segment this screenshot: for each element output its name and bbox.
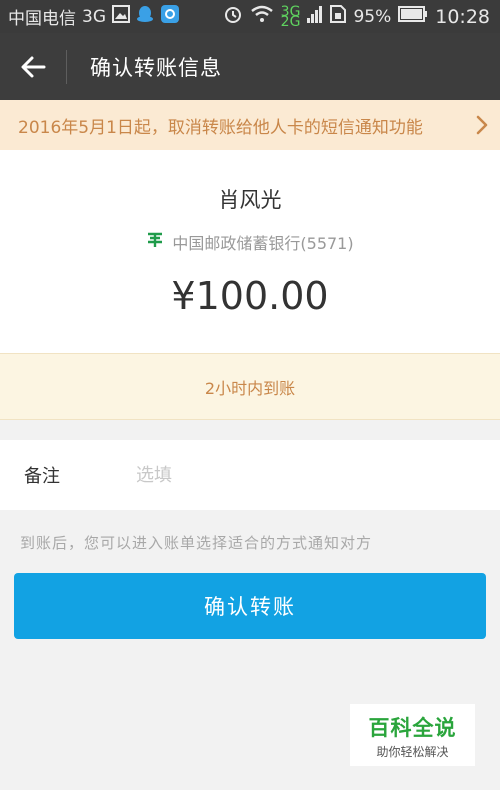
remark-label: 备注: [24, 466, 60, 487]
wifi-icon: [250, 5, 274, 28]
network-type-tags: 3G 2G: [280, 5, 301, 30]
notice-banner[interactable]: 2016年5月1日起，取消转账给他人卡的短信通知功能: [0, 100, 500, 150]
alarm-icon: [223, 4, 243, 29]
status-bar-left: 中国电信 3G: [0, 4, 180, 29]
status-bar: 中国电信 3G 3G 2G 95% 10:28: [0, 0, 500, 33]
confirm-transfer-button[interactable]: 确认转账: [14, 573, 486, 639]
network-tag-bottom: 2G: [280, 13, 301, 30]
postal-bank-logo-icon: [146, 231, 164, 253]
battery-percent: 95%: [353, 6, 392, 27]
status-bar-right: 3G 2G 95% 10:28: [223, 4, 500, 29]
payee-name: 肖风光: [218, 188, 282, 212]
watermark-title: 百科全说: [368, 716, 457, 740]
clock: 10:28: [435, 5, 490, 28]
arrival-time-text: 2小时内到账: [204, 378, 296, 398]
signal-icon: [307, 5, 323, 28]
battery-icon: [398, 6, 428, 27]
sim-icon: [330, 5, 347, 28]
image-icon: [112, 5, 130, 28]
hint-text: 到账后，您可以进入账单选择适合的方式通知对方: [20, 534, 373, 552]
network-type: 3G: [82, 6, 106, 27]
arrow-left-icon: [21, 56, 46, 77]
carrier-label: 中国电信: [8, 9, 76, 29]
bank-name: 中国邮政储蓄银行(5571): [172, 234, 354, 253]
remark-input[interactable]: [112, 464, 500, 486]
remark-row: 备注: [0, 440, 500, 510]
back-button[interactable]: [0, 33, 66, 100]
page-title: 确认转账信息: [90, 55, 222, 80]
toolbar: 确认转账信息: [0, 33, 500, 100]
notice-text: 2016年5月1日起，取消转账给他人卡的短信通知功能: [18, 117, 423, 138]
chevron-right-icon: [476, 100, 488, 150]
arrival-time-row[interactable]: 2小时内到账: [0, 353, 500, 420]
watermark-subtitle: 助你轻松解决: [376, 745, 449, 759]
bank-info: 中国邮政储蓄银行(5571): [0, 230, 500, 254]
app-notification-icon: [160, 4, 180, 29]
watermark: 百科全说 助你轻松解决: [350, 704, 475, 766]
toolbar-divider: [66, 49, 67, 84]
transfer-card: 肖风光 中国邮政储蓄银行(5571) ¥100.00: [0, 150, 500, 353]
transfer-amount: ¥100.00: [171, 274, 329, 318]
qq-icon: [136, 4, 154, 29]
